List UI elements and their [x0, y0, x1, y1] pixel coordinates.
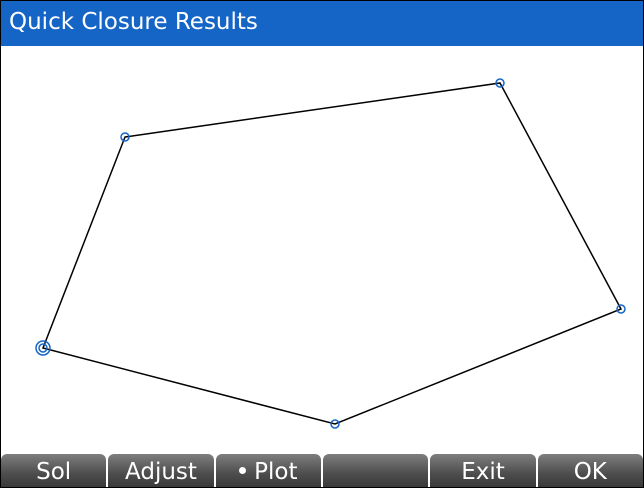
screen-title: Quick Closure Results	[9, 9, 258, 35]
empty-softkey[interactable]	[322, 454, 429, 487]
sol-softkey[interactable]: Sol	[1, 454, 107, 487]
exit-softkey-label: Exit	[461, 459, 505, 485]
exit-softkey[interactable]: Exit	[430, 454, 536, 487]
sol-softkey-label: Sol	[36, 459, 72, 485]
adjust-softkey[interactable]: Adjust	[108, 454, 214, 487]
ok-softkey-label: OK	[573, 459, 607, 485]
plot-softkey-label: Plot	[254, 459, 298, 485]
softkey-menu: Sol Adjust Plot Exit OK	[1, 454, 643, 487]
traverse-point-markers	[35, 78, 626, 429]
traverse-polygon	[41, 82, 623, 425]
active-indicator-dot-icon	[239, 467, 247, 474]
traverse-plot-canvas	[35, 78, 626, 429]
ok-softkey[interactable]: OK	[537, 454, 643, 487]
traverse-plot	[1, 46, 643, 454]
title-bar: Quick Closure Results	[1, 1, 643, 46]
plot-softkey[interactable]: Plot	[215, 454, 321, 487]
quick-closure-screen: Quick Closure Results Sol Adjust Plot Ex…	[0, 0, 644, 488]
adjust-softkey-label: Adjust	[125, 459, 197, 485]
